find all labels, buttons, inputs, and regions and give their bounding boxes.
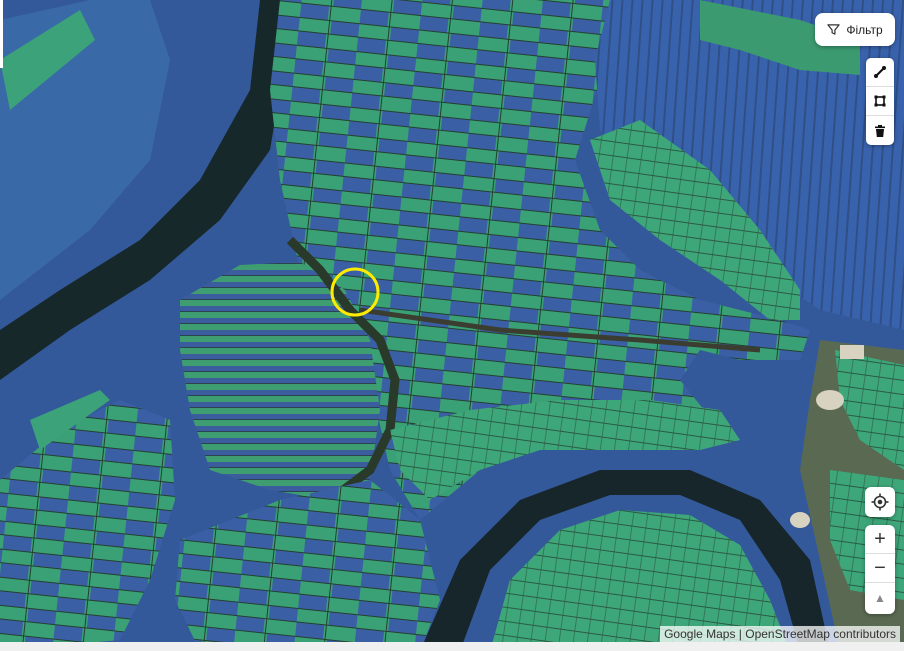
crosshair-icon [871, 493, 889, 511]
funnel-icon [827, 24, 841, 35]
draw-line-button[interactable] [866, 58, 894, 87]
line-tool-icon [874, 66, 886, 78]
delete-drawing-button[interactable] [866, 116, 894, 145]
satellite-map[interactable] [0, 0, 904, 651]
draw-toolbar [866, 58, 894, 145]
filter-label: Фільтр [846, 22, 883, 37]
zoom-in-button[interactable]: + [865, 525, 895, 554]
trash-icon [875, 124, 885, 137]
compass-button[interactable]: ▲ [865, 583, 895, 612]
filter-button[interactable]: Фільтр [815, 13, 895, 46]
polygon-tool-icon [874, 95, 886, 107]
bottom-strip [0, 642, 904, 651]
zoom-out-button[interactable]: − [865, 554, 895, 583]
map-attribution: Google Maps | OpenStreetMap contributors [660, 626, 900, 642]
zoom-controls: + − ▲ [865, 525, 895, 614]
left-panel-edge [0, 0, 3, 68]
draw-polygon-button[interactable] [866, 87, 894, 116]
locate-button[interactable] [865, 487, 895, 517]
compass-icon: ▲ [874, 590, 886, 605]
